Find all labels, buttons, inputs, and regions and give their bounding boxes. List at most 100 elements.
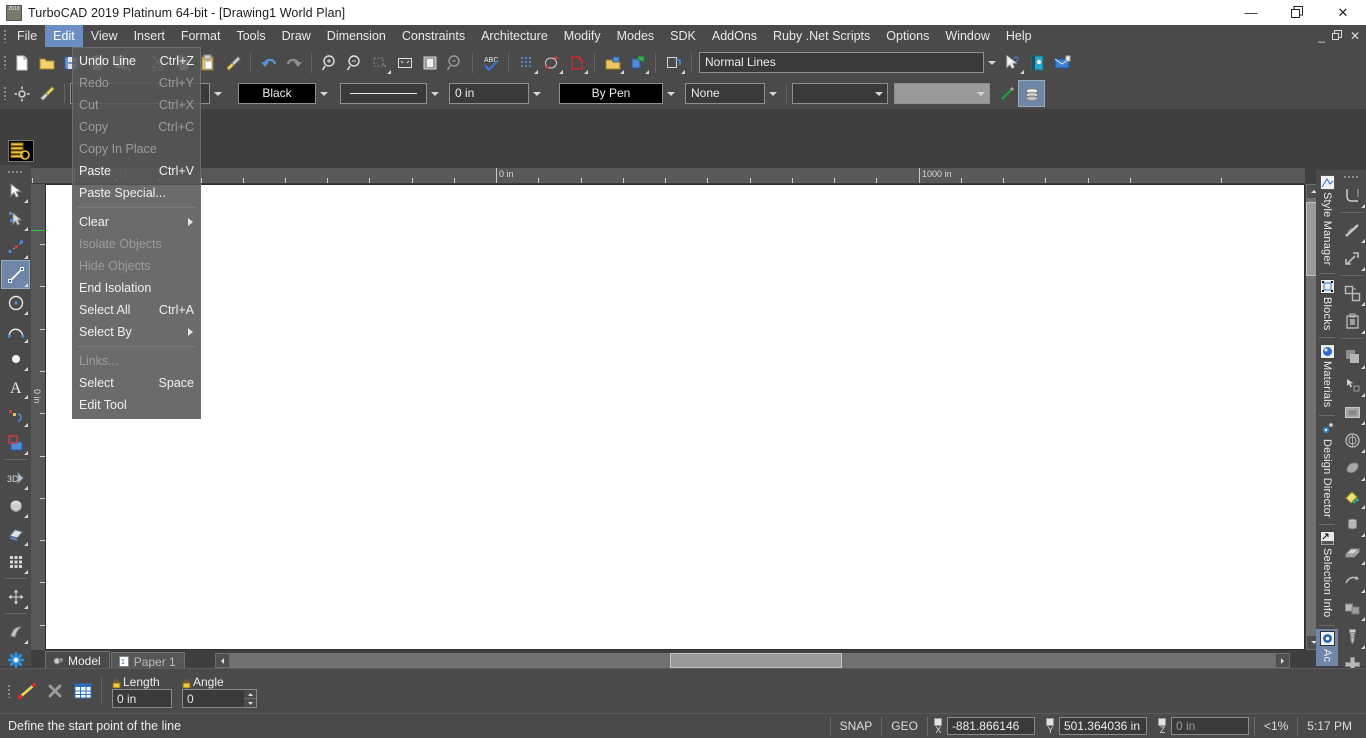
panel-tab-blocks[interactable]: Blocks (1316, 277, 1338, 335)
new-button[interactable] (9, 50, 34, 75)
mdi-minimize-button[interactable]: _ (1318, 30, 1325, 42)
edit-select[interactable]: Select Space (73, 372, 200, 394)
tool-paint[interactable] (1339, 483, 1366, 510)
menu-tools[interactable]: Tools (228, 25, 273, 47)
line-width-combo[interactable]: 0 in (449, 83, 529, 104)
tool-double-line[interactable] (2, 429, 29, 456)
zoom-in-button[interactable] (317, 50, 342, 75)
line-width-combo-arrow[interactable] (529, 83, 545, 104)
extra-combo-2-arrow[interactable] (973, 83, 989, 104)
window-maximize-button[interactable] (1274, 0, 1320, 25)
tool-blend[interactable] (1339, 455, 1366, 482)
panel-tab-design-director[interactable]: Design Director (1316, 419, 1338, 522)
redo-button[interactable] (281, 50, 306, 75)
snap-grid-button[interactable] (514, 50, 539, 75)
menu-sdk[interactable]: SDK (662, 25, 704, 47)
menu-ruby-net-scripts[interactable]: Ruby .Net Scripts (765, 25, 878, 47)
edit-redo[interactable]: Redo Ctrl+Y (73, 72, 200, 94)
horizontal-ruler[interactable]: -1000 in 0 in 1000 in (31, 168, 1305, 184)
insert-object-button[interactable] (625, 50, 650, 75)
cancel-command-button[interactable] (41, 677, 69, 705)
pen-properties-button[interactable] (994, 81, 1019, 106)
extra-combo-2[interactable] (894, 83, 990, 104)
standard-toolbar-grip[interactable] (0, 56, 9, 69)
edit-links[interactable]: Links... (73, 350, 200, 372)
send-mail-button[interactable] (1050, 50, 1075, 75)
coordinate-table-button[interactable] (69, 677, 97, 705)
tool-extrude[interactable] (2, 520, 29, 547)
tool-surface[interactable] (2, 618, 29, 645)
horizontal-scroll-thumb[interactable] (670, 653, 842, 668)
panel-tab-materials[interactable]: Materials (1316, 341, 1338, 411)
zoom-window-button[interactable] (367, 50, 392, 75)
external-reference-button[interactable] (661, 50, 686, 75)
tool-3d-objects[interactable]: 3D (2, 464, 29, 491)
tool-text[interactable]: A (2, 373, 29, 400)
tool-shell[interactable] (1339, 427, 1366, 454)
context-help-button[interactable]: ? (1000, 50, 1025, 75)
blocks-button[interactable] (600, 50, 625, 75)
brush-style-combo[interactable]: By Pen (559, 83, 663, 104)
menu-view[interactable]: View (83, 25, 126, 47)
format-painter-button[interactable] (220, 50, 245, 75)
menu-bar-grip[interactable] (0, 25, 9, 47)
menu-modes[interactable]: Modes (609, 25, 663, 47)
menu-constraints[interactable]: Constraints (394, 25, 473, 47)
tool-point-marker[interactable] (2, 345, 29, 372)
edit-copy[interactable]: Copy Ctrl+C (73, 116, 200, 138)
y-axis-lock[interactable]: Y (1045, 717, 1056, 735)
color-combo[interactable]: Black (238, 83, 316, 104)
menu-architecture[interactable]: Architecture (473, 25, 556, 47)
drawing-canvas[interactable] (45, 184, 1305, 650)
status-snap-toggle[interactable]: SNAP (829, 716, 882, 736)
tool-dimension[interactable] (2, 401, 29, 428)
zoom-page-button[interactable] (417, 50, 442, 75)
window-close-button[interactable]: ✕ (1320, 0, 1366, 25)
panel-tab-selection-info[interactable]: Selection Info (1316, 528, 1338, 621)
edit-select-by[interactable]: Select By (73, 321, 200, 343)
scroll-left-button[interactable] (215, 653, 230, 668)
edit-edit-tool[interactable]: Edit Tool (73, 394, 200, 416)
layer-combo-arrow[interactable] (210, 83, 226, 104)
tool-assembly[interactable] (1339, 595, 1366, 622)
properties-button[interactable] (9, 81, 34, 106)
tool-trim[interactable] (1339, 245, 1366, 272)
edit-isolate-objects[interactable]: Isolate Objects (73, 233, 200, 255)
edit-cut[interactable]: Cut Ctrl+X (73, 94, 200, 116)
tool-move[interactable] (2, 583, 29, 610)
tool-chamfer[interactable] (1339, 217, 1366, 244)
mdi-restore-button[interactable] (1331, 30, 1343, 42)
edit-select-all[interactable]: Select All Ctrl+A (73, 299, 200, 321)
tool-boolean[interactable] (1339, 343, 1366, 370)
spinner-up-button[interactable] (244, 690, 256, 699)
tool-copy-entities[interactable] (1339, 280, 1366, 307)
tool-array[interactable] (2, 548, 29, 575)
status-geo-toggle[interactable]: GEO (881, 716, 927, 736)
tool-select[interactable] (2, 177, 29, 204)
properties-toolbar-grip[interactable] (0, 87, 9, 100)
layer-manager-button[interactable] (1018, 80, 1045, 107)
open-button[interactable] (34, 50, 59, 75)
y-coordinate-field[interactable] (1058, 717, 1147, 735)
hatch-combo-arrow[interactable] (765, 83, 781, 104)
menu-dimension[interactable]: Dimension (319, 25, 394, 47)
tool-line[interactable] (1, 260, 30, 289)
lock-icon[interactable] (112, 677, 121, 689)
render-button[interactable] (539, 50, 564, 75)
tool-fillet[interactable] (1339, 182, 1366, 209)
z-coordinate-field[interactable] (1170, 717, 1249, 735)
tool-circle[interactable] (2, 289, 29, 316)
edit-end-isolation[interactable]: End Isolation (73, 277, 200, 299)
tool-align[interactable] (1339, 371, 1366, 398)
menu-edit[interactable]: Edit (45, 25, 83, 47)
tool-fastener[interactable] (1339, 623, 1366, 650)
x-coordinate-field[interactable] (946, 717, 1035, 735)
menu-insert[interactable]: Insert (126, 25, 173, 47)
tool-point[interactable] (2, 233, 29, 260)
address-book-button[interactable] (1025, 50, 1050, 75)
menu-addons[interactable]: AddOns (704, 25, 765, 47)
tool-paste-entities[interactable] (1339, 308, 1366, 335)
modify-tools-grip[interactable] (1342, 172, 1362, 181)
tool-arc[interactable] (2, 317, 29, 344)
drawing-tools-grip[interactable] (6, 167, 26, 176)
